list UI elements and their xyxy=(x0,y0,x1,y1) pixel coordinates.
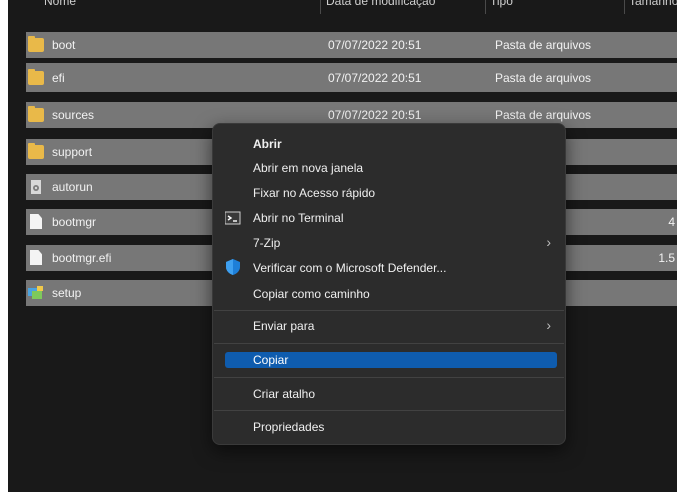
menu-separator xyxy=(214,310,564,311)
file-icon xyxy=(30,250,42,265)
column-divider[interactable] xyxy=(485,0,486,14)
column-name[interactable]: Nome xyxy=(44,0,76,8)
column-header: Nome Data de modificação Tipo Tamanho xyxy=(8,0,677,14)
menu-item-copy[interactable]: Copiar xyxy=(253,353,288,367)
file-type: Pasta de arquivos xyxy=(495,71,592,85)
file-name: autorun xyxy=(52,180,93,194)
file-size: 1.5 xyxy=(658,251,675,265)
menu-item-create-shortcut[interactable]: Criar atalho xyxy=(253,387,315,401)
file-name: boot xyxy=(52,38,76,52)
file-name: setup xyxy=(52,286,82,300)
menu-item-copy-as-path[interactable]: Copiar como caminho xyxy=(253,287,370,301)
menu-separator xyxy=(214,343,564,344)
settings-file-icon xyxy=(28,180,44,194)
setup-icon xyxy=(28,286,44,300)
file-name: bootmgr.efi xyxy=(52,251,112,265)
menu-item-pin-quick-access[interactable]: Fixar no Acesso rápido xyxy=(253,186,375,200)
file-name: sources xyxy=(52,108,95,122)
folder-icon xyxy=(28,143,44,159)
file-name: bootmgr xyxy=(52,215,97,229)
file-date: 07/07/2022 20:51 xyxy=(328,38,422,52)
menu-item-defender-scan[interactable]: Verificar com o Microsoft Defender... xyxy=(253,261,446,275)
menu-separator xyxy=(214,377,564,378)
file-row-boot[interactable]: boot 07/07/2022 20:51 Pasta de arquivos xyxy=(26,32,677,58)
chevron-right-icon: › xyxy=(546,234,551,250)
column-divider[interactable] xyxy=(624,0,625,14)
menu-separator xyxy=(214,410,564,411)
folder-icon xyxy=(28,36,44,52)
menu-item-open-new-window[interactable]: Abrir em nova janela xyxy=(253,161,363,175)
file-type: Pasta de arquivos xyxy=(495,38,592,52)
chevron-right-icon: › xyxy=(546,317,551,333)
column-date-modified[interactable]: Data de modificação xyxy=(326,0,435,8)
file-row-efi[interactable]: efi 07/07/2022 20:51 Pasta de arquivos xyxy=(26,63,677,92)
column-divider[interactable] xyxy=(320,0,321,14)
file-type: Pasta de arquivos xyxy=(495,108,592,122)
folder-icon xyxy=(28,106,44,122)
menu-item-properties[interactable]: Propriedades xyxy=(253,420,324,434)
menu-item-open-terminal[interactable]: Abrir no Terminal xyxy=(253,211,343,225)
file-icon xyxy=(30,214,42,229)
terminal-icon xyxy=(224,211,241,225)
file-name: efi xyxy=(52,71,65,85)
file-date: 07/07/2022 20:51 xyxy=(328,71,422,85)
context-menu: Abrir Abrir em nova janela Fixar no Aces… xyxy=(212,123,566,445)
column-size[interactable]: Tamanho xyxy=(629,0,677,8)
file-size: 4 xyxy=(668,215,675,229)
file-date: 07/07/2022 20:51 xyxy=(328,108,422,122)
folder-icon xyxy=(28,69,44,85)
file-name: support xyxy=(52,145,93,159)
defender-shield-icon xyxy=(225,259,241,275)
column-type[interactable]: Tipo xyxy=(490,0,513,8)
menu-item-7zip[interactable]: 7-Zip xyxy=(253,236,280,250)
menu-item-send-to[interactable]: Enviar para xyxy=(253,319,314,333)
menu-item-open[interactable]: Abrir xyxy=(253,137,282,151)
